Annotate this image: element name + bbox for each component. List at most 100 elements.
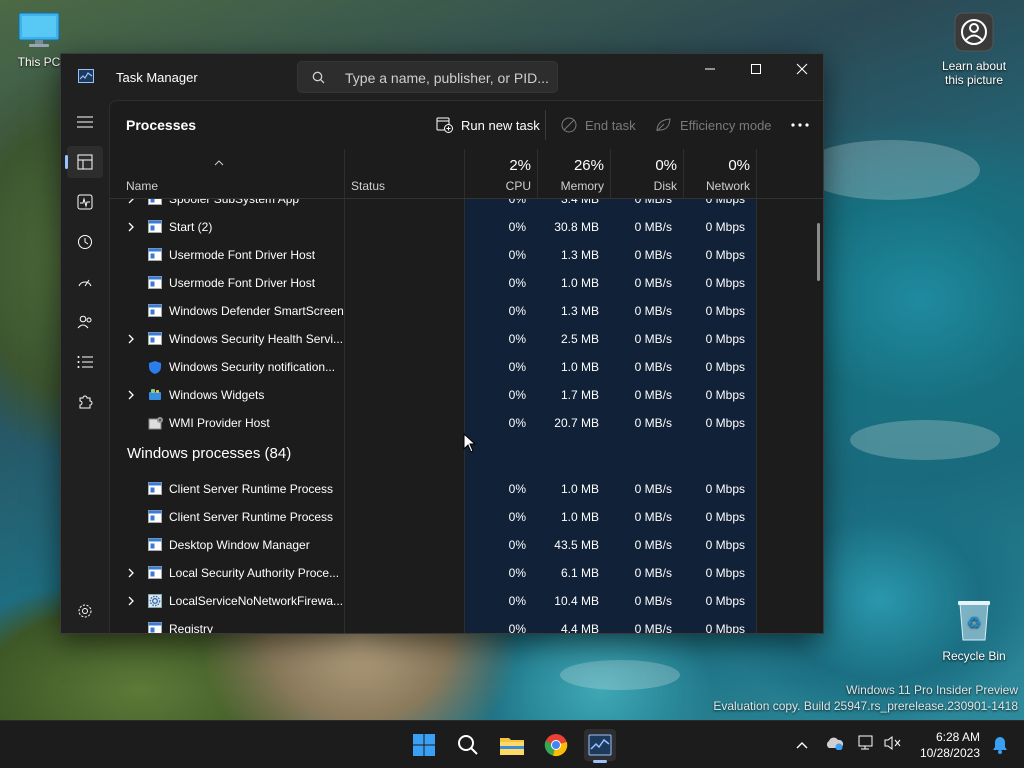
expand-chevron-icon[interactable] [127, 595, 135, 609]
nav-processes[interactable] [65, 146, 103, 178]
desktop-icon-learn-about-picture[interactable]: Learn about this picture [936, 12, 1012, 87]
app-window-icon [148, 248, 162, 261]
taskbar-clock[interactable]: 6:28 AM 10/28/2023 [920, 729, 980, 761]
app-window-icon [148, 332, 162, 345]
efficiency-mode-button[interactable]: Efficiency mode [655, 115, 772, 135]
search-box[interactable]: Type a name, publisher, or PID... [297, 61, 558, 93]
process-name: Windows Defender SmartScreen [169, 304, 344, 318]
desktop-icon-recycle-bin[interactable]: ♻ Recycle Bin [936, 598, 1012, 663]
expand-chevron-icon[interactable] [127, 389, 135, 403]
details-list-icon [77, 356, 93, 368]
process-memory: 1.3 MB [560, 248, 599, 262]
file-explorer-button[interactable] [496, 729, 528, 761]
search-placeholder[interactable]: Type a name, publisher, or PID... [345, 70, 549, 86]
group-header-windows-processes[interactable]: Windows processes (84) [127, 445, 291, 462]
history-icon [78, 235, 92, 249]
watermark-line-2: Evaluation copy. Build 25947.rs_prerelea… [713, 699, 1018, 713]
svg-text:♻: ♻ [967, 613, 981, 632]
app-window-icon [148, 622, 162, 633]
column-header-disk[interactable]: Disk [654, 179, 677, 193]
end-task-button[interactable]: End task [561, 115, 636, 135]
chrome-button[interactable] [540, 729, 572, 761]
process-row[interactable]: Windows Security notification... 0% 1.0 MB… [110, 353, 823, 381]
column-header-cpu[interactable]: CPU [506, 179, 531, 193]
hamburger-menu-button[interactable] [67, 106, 103, 138]
startup-gauge-icon [78, 279, 92, 287]
process-row[interactable]: Registry 0% 4.4 MB 0 MB/s 0 Mbps [110, 615, 823, 634]
task-manager-taskbar-button[interactable] [584, 729, 616, 763]
process-memory: 1.0 MB [560, 276, 599, 290]
title-bar[interactable]: Task Manager Type a name, publisher, or … [61, 54, 823, 100]
onedrive-cloud-icon[interactable] [824, 736, 844, 755]
more-options-button[interactable] [791, 115, 817, 135]
app-window-icon [148, 199, 162, 205]
disk-total-percent[interactable]: 0% [655, 157, 677, 174]
minimize-icon [705, 68, 715, 70]
search-icon [312, 71, 325, 89]
network-status-icon[interactable] [858, 735, 876, 756]
process-cpu: 0% [508, 360, 526, 374]
app-window-icon [148, 510, 162, 523]
process-row[interactable]: Usermode Font Driver Host 0% 1.0 MB 0 MB/s 0… [110, 269, 823, 297]
column-header-name[interactable]: Name [126, 179, 158, 193]
shield-icon [148, 360, 162, 374]
notifications-button[interactable] [984, 729, 1016, 761]
process-name: Desktop Window Manager [169, 538, 310, 552]
process-row[interactable]: Client Server Runtime Process 0% 1.0 MB 0 M… [110, 475, 823, 503]
cpu-total-percent[interactable]: 2% [509, 157, 531, 174]
process-memory: 1.0 MB [560, 482, 599, 496]
window-title: Task Manager [116, 70, 198, 85]
process-row[interactable]: Windows Defender SmartScreen 0% 1.3 MB 0 MB… [110, 297, 823, 325]
maximize-button[interactable] [733, 54, 779, 84]
process-row[interactable]: Client Server Runtime Process 0% 1.0 MB 0 M… [110, 503, 823, 531]
system-tray [796, 721, 902, 768]
process-disk: 0 MB/s [634, 482, 672, 496]
leaf-icon [656, 118, 671, 132]
process-row[interactable]: Local Security Authority Proce... 0% 6.1 M… [110, 559, 823, 587]
gear-icon [148, 594, 162, 608]
nav-users[interactable] [67, 306, 103, 338]
expand-chevron-icon[interactable] [127, 221, 135, 235]
nav-startup-apps[interactable] [67, 266, 103, 298]
vertical-scrollbar[interactable] [817, 223, 820, 281]
process-name: Local Security Authority Proce... [169, 566, 340, 580]
task-manager-window: Task Manager Type a name, publisher, or … [60, 53, 824, 634]
minimize-button[interactable] [687, 54, 733, 84]
nav-services[interactable] [67, 386, 103, 418]
process-disk: 0 MB/s [634, 416, 672, 430]
memory-total-percent[interactable]: 26% [574, 157, 604, 174]
process-row[interactable]: Desktop Window Manager 0% 43.5 MB 0 MB/s 0 M… [110, 531, 823, 559]
volume-muted-icon[interactable] [884, 735, 902, 756]
process-row[interactable]: Start (2) 0% 30.8 MB 0 MB/s 0 Mbps [110, 213, 823, 241]
process-disk: 0 MB/s [634, 622, 672, 634]
nav-app-history[interactable] [67, 226, 103, 258]
process-memory: 1.7 MB [560, 388, 599, 402]
nav-performance[interactable] [67, 186, 103, 218]
app-window-icon [148, 220, 162, 233]
run-new-task-button[interactable]: Run new task [436, 115, 540, 135]
toolbar: Processes Run new task End task Efficien… [110, 101, 823, 149]
taskbar-search-button[interactable] [452, 729, 484, 761]
close-button[interactable] [779, 54, 823, 84]
bell-icon [993, 737, 1007, 754]
start-button[interactable] [408, 729, 440, 761]
network-total-percent[interactable]: 0% [728, 157, 750, 174]
process-name: Client Server Runtime Process [169, 510, 334, 524]
expand-chevron-icon[interactable] [127, 567, 135, 581]
show-hidden-icons-chevron-icon[interactable] [796, 736, 808, 754]
expand-chevron-icon[interactable] [127, 199, 135, 207]
process-row[interactable]: Windows Security Health Servi... 0% 2.5 MB… [110, 325, 823, 353]
column-header-network[interactable]: Network [706, 179, 750, 193]
process-cpu: 0% [508, 538, 526, 552]
nav-details[interactable] [67, 346, 103, 378]
expand-chevron-icon[interactable] [127, 333, 135, 347]
process-name: Client Server Runtime Process [169, 482, 334, 496]
process-row[interactable]: Spooler SubSystem App 0% 3.4 MB 0 MB/s 0 Mbp… [110, 199, 823, 213]
process-disk: 0 MB/s [634, 276, 672, 290]
column-header-memory[interactable]: Memory [561, 179, 604, 193]
process-row[interactable]: Usermode Font Driver Host 0% 1.3 MB 0 MB/s 0… [110, 241, 823, 269]
nav-settings[interactable] [67, 595, 103, 627]
process-row[interactable]: Windows Widgets 0% 1.7 MB 0 MB/s 0 Mbps [110, 381, 823, 409]
process-row[interactable]: LocalServiceNoNetworkFirewa... 0% 10.4 MB 0… [110, 587, 823, 615]
column-header-status[interactable]: Status [351, 179, 385, 193]
